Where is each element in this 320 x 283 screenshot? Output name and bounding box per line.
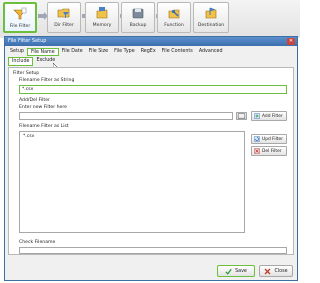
close-icon[interactable]: ✕ xyxy=(287,38,295,45)
new-filter-input[interactable] xyxy=(19,112,233,120)
tab-regex[interactable]: RegEx xyxy=(138,48,159,56)
list-item[interactable]: *.csv xyxy=(23,134,241,139)
file-filter-setup-dialog: File Filter Setup ✕ Setup File Name File… xyxy=(4,36,298,281)
tab-include[interactable]: Include xyxy=(8,57,34,66)
filter-tabs: Setup File Name File Date File Size File… xyxy=(7,48,226,56)
update-icon xyxy=(254,136,260,142)
backup-button[interactable]: Backup xyxy=(121,2,155,33)
browse-button[interactable] xyxy=(236,112,247,120)
delete-icon xyxy=(254,148,260,154)
folder-icon xyxy=(237,113,246,119)
dir-filter-icon xyxy=(57,8,70,18)
memory-icon xyxy=(96,7,108,19)
new-filter-label: Enter new Filter here xyxy=(19,105,67,110)
tab-file-name[interactable]: File Name xyxy=(26,48,59,56)
del-filter-label: Del Filter xyxy=(262,148,282,154)
filter-setup-label: Filter Setup xyxy=(13,71,40,76)
filter-list-label: Filename Filter as List xyxy=(19,124,69,129)
save-button[interactable]: Save xyxy=(217,265,255,277)
function-button[interactable]: Function xyxy=(157,2,191,33)
upd-filter-button[interactable]: Upd Filter xyxy=(251,134,287,144)
filename-string-input[interactable]: *.csv xyxy=(19,85,287,94)
dialog-titlebar: File Filter Setup ✕ xyxy=(5,37,297,46)
destination-icon xyxy=(205,7,217,19)
close-button[interactable]: Close xyxy=(259,265,293,277)
tab-file-size[interactable]: File Size xyxy=(86,48,111,56)
tab-file-contents[interactable]: File Contents xyxy=(159,48,196,56)
add-icon xyxy=(254,113,260,119)
workflow-toolbar: File Filter Dir Filter Memory Backup Fun… xyxy=(0,0,300,38)
tab-advanced[interactable]: Advanced xyxy=(196,48,226,56)
add-filter-label: Add Filter xyxy=(262,113,283,119)
file-filter-button[interactable]: File Filter xyxy=(3,2,37,33)
close-x-icon xyxy=(264,268,271,274)
tab-file-date[interactable]: File Date xyxy=(59,48,86,56)
close-label: Close xyxy=(274,268,288,274)
memory-label: Memory xyxy=(92,23,112,28)
save-label: Save xyxy=(235,268,247,274)
tab-file-type[interactable]: File Type xyxy=(111,48,138,56)
file-filter-icon xyxy=(13,7,27,20)
destination-label: Destination xyxy=(197,23,225,28)
backup-icon xyxy=(132,8,144,19)
check-filename-input[interactable] xyxy=(19,247,287,254)
backup-label: Backup xyxy=(129,23,147,28)
filename-string-label: Filename Filter as String xyxy=(19,78,75,83)
dir-filter-button[interactable]: Dir Filter xyxy=(47,2,81,33)
dialog-title: File Filter Setup xyxy=(8,38,47,44)
checkmark-icon xyxy=(225,268,232,275)
del-filter-button[interactable]: Del Filter xyxy=(251,146,287,156)
add-filter-button[interactable]: Add Filter xyxy=(251,111,287,121)
memory-button[interactable]: Memory xyxy=(85,2,119,33)
destination-button[interactable]: Destination xyxy=(193,2,229,33)
function-icon xyxy=(168,9,180,19)
tab-setup[interactable]: Setup xyxy=(7,48,27,56)
include-panel: Filter Setup Filename Filter as String *… xyxy=(8,67,294,255)
upd-filter-label: Upd Filter xyxy=(262,136,284,142)
add-del-filter-label: Add/Del Filter xyxy=(19,98,50,103)
include-exclude-tabs: Include Exclude xyxy=(8,57,58,66)
check-filename-label: Check Filename xyxy=(19,240,56,245)
file-filter-label: File Filter xyxy=(9,24,31,29)
function-label: Function xyxy=(164,23,184,28)
filter-list[interactable]: *.csv xyxy=(19,131,245,233)
dir-filter-label: Dir Filter xyxy=(54,23,74,28)
